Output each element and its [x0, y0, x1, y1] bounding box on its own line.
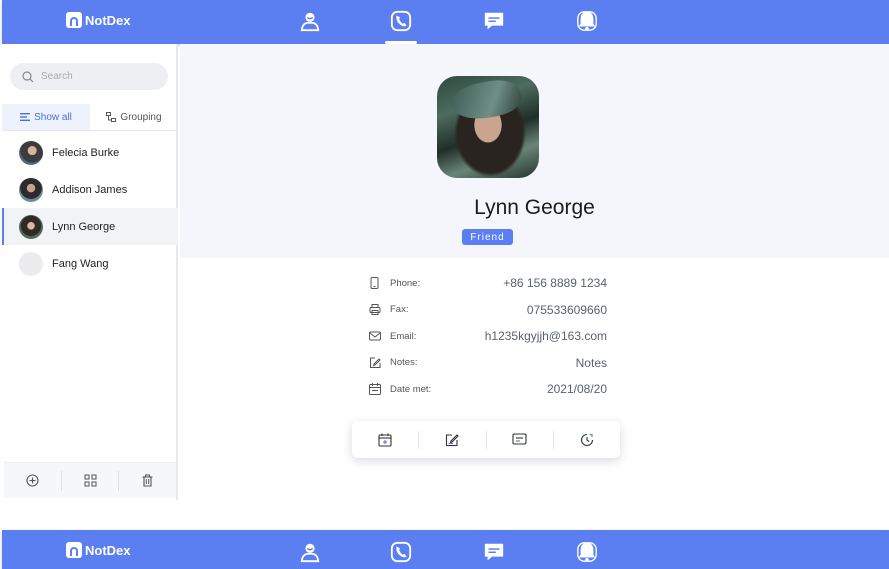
nav-notifications[interactable] [575, 8, 599, 34]
calendar-icon [369, 383, 381, 396]
notes-value[interactable]: Notes [450, 356, 607, 370]
contact-name: Addison James [52, 183, 128, 196]
tab-show-all-label: Show all [34, 111, 72, 123]
field-label: Date met: [390, 383, 432, 395]
nav-calls[interactable] [389, 8, 413, 34]
app-name: NotDex [85, 542, 131, 558]
contact-item-addison-james[interactable]: Addison James [2, 171, 178, 208]
field-notes: Notes: Notes [369, 350, 607, 377]
grid-icon [84, 474, 96, 487]
person-icon [300, 12, 320, 32]
app-logo[interactable]: NotDex [66, 12, 131, 28]
avatar [19, 177, 43, 202]
phone-icon [390, 10, 412, 32]
contact-item-fang-wang[interactable]: Fang Wang [2, 245, 178, 282]
nav-messages[interactable] [482, 539, 506, 565]
email-value[interactable]: h1235kgyjjh@163.com [450, 329, 607, 343]
sidebar-footer [4, 462, 176, 498]
person-icon [300, 543, 320, 563]
tab-grouping-label: Grouping [120, 111, 162, 123]
nav-notifications[interactable] [575, 539, 599, 565]
bottom-navbar: NotDex [2, 530, 889, 569]
calendar-add-icon [378, 433, 392, 447]
contact-fields: Phone: +86 156 8889 1234 Fax: 0755336096… [369, 270, 607, 403]
contact-tabs: Show all Grouping [2, 104, 178, 131]
contact-action-bar [352, 421, 620, 458]
fax-value[interactable]: 075533609660 [450, 303, 607, 317]
delete-contact-button[interactable] [118, 470, 176, 491]
phone-icon [369, 277, 381, 290]
chat-icon [484, 12, 504, 30]
app-name: NotDex [85, 12, 131, 28]
field-date-met: Date met: 2021/08/20 [369, 376, 607, 403]
contact-name: Fang Wang [52, 257, 109, 270]
search-box[interactable] [10, 63, 168, 90]
list-icon [20, 113, 31, 121]
chat-icon [484, 543, 504, 561]
field-label: Email: [390, 330, 417, 342]
edit-icon [369, 357, 381, 369]
relationship-badge: Friend [462, 229, 513, 245]
avatar [19, 140, 43, 165]
fax-icon [369, 304, 381, 316]
field-label: Notes: [390, 357, 418, 369]
edit-icon [446, 433, 460, 446]
edit-contact-button[interactable] [418, 430, 485, 449]
send-message-button[interactable] [485, 430, 553, 449]
bell-icon [577, 542, 597, 562]
tab-show-all[interactable]: Show all [2, 104, 90, 130]
tree-icon [106, 112, 117, 122]
bell-icon [577, 11, 597, 31]
avatar [19, 251, 43, 276]
field-label: Phone: [390, 277, 421, 289]
schedule-button[interactable] [352, 431, 418, 449]
contact-photo [437, 75, 539, 178]
phone-icon [390, 541, 412, 563]
contact-list: Felecia Burke Addison James Lynn George … [2, 134, 178, 282]
history-icon [580, 433, 593, 446]
contact-item-felecia-burke[interactable]: Felecia Burke [2, 134, 178, 171]
nav-calls[interactable] [389, 539, 413, 565]
history-button[interactable] [552, 430, 620, 449]
mail-icon [369, 330, 381, 342]
contact-header: Lynn George Friend [180, 44, 889, 258]
tab-grouping[interactable]: Grouping [90, 104, 178, 130]
field-email: Email: h1235kgyjjh@163.com [369, 323, 607, 350]
date-met-value[interactable]: 2021/08/20 [450, 382, 607, 396]
logo-icon [66, 12, 82, 28]
contact-item-lynn-george[interactable]: Lynn George [2, 208, 178, 245]
contacts-sidebar: Show all Grouping Felecia Burke Addison … [2, 44, 178, 500]
photo-leaf-decoration [448, 75, 524, 125]
contact-name: Lynn George [52, 220, 116, 233]
add-contact-button[interactable] [4, 471, 61, 491]
logo-icon [66, 542, 82, 558]
search-input[interactable] [41, 71, 151, 82]
field-fax: Fax: 075533609660 [369, 297, 607, 324]
search-icon [22, 70, 34, 82]
field-phone: Phone: +86 156 8889 1234 [369, 270, 607, 297]
nav-contacts[interactable] [298, 8, 322, 34]
trash-icon [142, 474, 153, 487]
contact-name: Felecia Burke [52, 146, 120, 159]
phone-value[interactable]: +86 156 8889 1234 [450, 276, 607, 290]
app-logo[interactable]: NotDex [66, 542, 131, 558]
manage-groups-button[interactable] [60, 470, 119, 491]
contact-full-name: Lynn George [474, 196, 595, 219]
avatar [19, 214, 43, 239]
nav-contacts[interactable] [298, 539, 322, 565]
nav-messages[interactable] [482, 8, 506, 34]
add-icon [26, 474, 39, 487]
message-icon [512, 433, 527, 445]
top-navbar: NotDex [2, 0, 889, 44]
field-label: Fax: [390, 304, 409, 316]
